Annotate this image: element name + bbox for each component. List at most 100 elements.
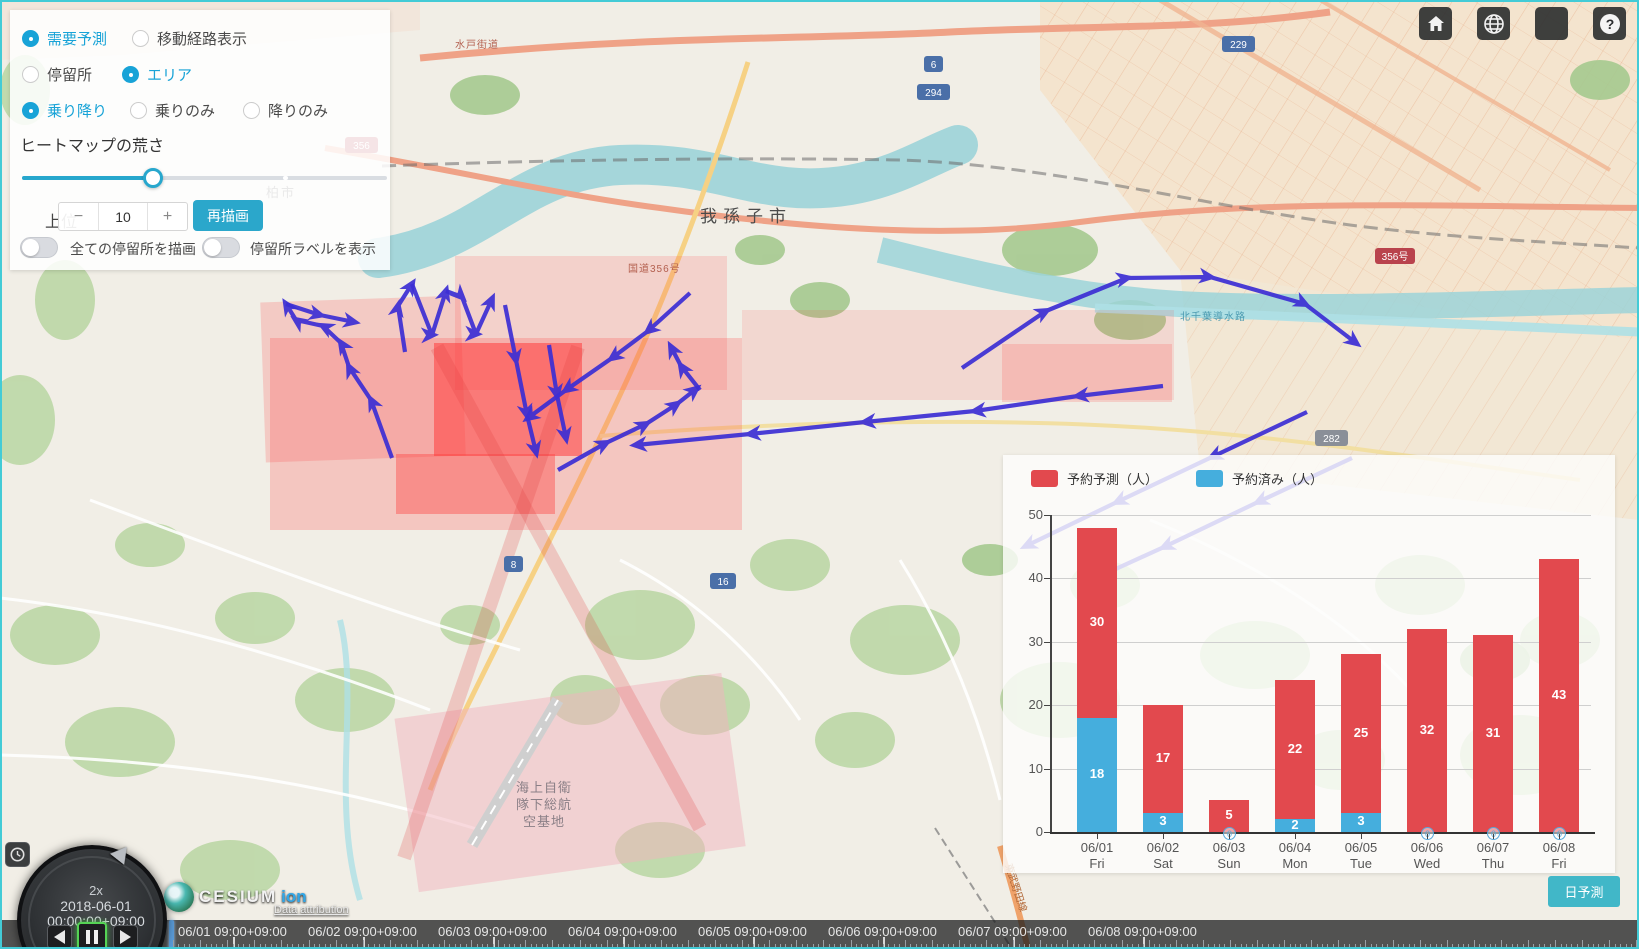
timeline-tick bbox=[314, 944, 315, 948]
stepper-minus-button[interactable]: − bbox=[59, 203, 99, 230]
stepper-plus-button[interactable]: + bbox=[147, 203, 187, 230]
bar-value-reserved: 3 bbox=[1341, 813, 1381, 828]
timeline-tick bbox=[173, 940, 174, 948]
y-tick-label: 20 bbox=[1005, 697, 1043, 712]
chart-legend: 予約予測（人）予約済み（人） bbox=[1031, 469, 1323, 488]
timeline-tick bbox=[249, 944, 250, 948]
timeline-tick bbox=[758, 944, 759, 948]
timeline-tick bbox=[1414, 944, 1415, 948]
timeline-tick bbox=[520, 944, 521, 948]
timeline-tick bbox=[346, 944, 347, 948]
radio-ride-乗り降り[interactable]: 乗り降り bbox=[22, 100, 107, 121]
timeline-tick bbox=[1127, 944, 1128, 948]
toggle-全ての停留所を描画[interactable] bbox=[20, 237, 58, 258]
timeline-tick bbox=[1246, 944, 1247, 948]
radio-layer-エリア[interactable]: エリア bbox=[122, 64, 192, 85]
timeline-tick bbox=[1409, 944, 1410, 948]
timeline-tick bbox=[341, 944, 342, 948]
globe-icon bbox=[1482, 12, 1506, 36]
timeline-tick bbox=[1252, 944, 1253, 948]
timeline-tick bbox=[1382, 944, 1383, 948]
timeline-tick bbox=[184, 944, 185, 948]
radio-mode-移動経路表示[interactable]: 移動経路表示 bbox=[132, 28, 247, 49]
timeline-tick bbox=[737, 944, 738, 948]
globe-button[interactable] bbox=[1477, 7, 1510, 40]
timeline-tick bbox=[867, 944, 868, 948]
x-tick-mark bbox=[1229, 834, 1230, 839]
timeline-tick bbox=[460, 944, 461, 948]
timeline-tick bbox=[1067, 940, 1068, 948]
redraw-button[interactable]: 再描画 bbox=[193, 200, 263, 231]
heatmap-roughness-slider[interactable] bbox=[22, 176, 387, 180]
timeline-tick bbox=[1555, 940, 1556, 948]
bar-value-reserved: 18 bbox=[1077, 766, 1117, 781]
timeline-tick bbox=[428, 944, 429, 948]
timeline-tick bbox=[997, 944, 998, 948]
road-shield-number: 8 bbox=[511, 560, 517, 571]
slider-handle[interactable] bbox=[143, 168, 163, 188]
timeline-tick bbox=[1111, 944, 1112, 948]
timeline-tick bbox=[1376, 944, 1377, 948]
top-n-input[interactable] bbox=[99, 203, 147, 230]
timeline-tick bbox=[254, 940, 255, 948]
timeline-tick bbox=[1203, 940, 1204, 948]
timeline-tick bbox=[916, 944, 917, 948]
help-button[interactable]: ? bbox=[1593, 7, 1626, 40]
timeline-tick bbox=[975, 944, 976, 948]
timeline-tick bbox=[1295, 944, 1296, 948]
timeline-tick bbox=[1512, 944, 1513, 948]
timeline-tick bbox=[634, 940, 635, 948]
timeline-tick bbox=[1040, 940, 1041, 948]
timeline-tick bbox=[411, 944, 412, 948]
timeline-tick bbox=[991, 944, 992, 948]
timeline-tick bbox=[1224, 944, 1225, 948]
timeline-tick bbox=[1056, 944, 1057, 948]
timeline-tick bbox=[319, 944, 320, 948]
cesium-timeline[interactable]: 06/01 09:00+09:0006/02 09:00+09:0006/03 … bbox=[0, 920, 1639, 949]
radio-ride-乗りのみ[interactable]: 乗りのみ bbox=[130, 100, 215, 121]
blank-button[interactable] bbox=[1535, 7, 1568, 40]
timeline-tick bbox=[433, 944, 434, 948]
play-forward-button[interactable] bbox=[113, 925, 138, 949]
timeline-tick bbox=[1284, 940, 1285, 948]
timeline-tick bbox=[1214, 944, 1215, 948]
timeline-tick bbox=[1165, 944, 1166, 948]
timeline-tick bbox=[1024, 944, 1025, 948]
realtime-clock-button[interactable] bbox=[5, 842, 30, 867]
radio-mode-需要予測[interactable]: 需要予測 bbox=[22, 28, 107, 49]
timeline-tick bbox=[986, 940, 987, 948]
data-attribution-link[interactable]: Data attribution bbox=[274, 904, 349, 916]
timeline-tick bbox=[1013, 940, 1014, 948]
timeline-tick bbox=[406, 944, 407, 948]
timeline-tick bbox=[1436, 944, 1437, 948]
timeline-tick bbox=[693, 944, 694, 948]
timeline-tick bbox=[818, 944, 819, 948]
play-reverse-button[interactable] bbox=[47, 925, 72, 949]
timeline-tick bbox=[596, 944, 597, 948]
radio-dot bbox=[243, 102, 260, 119]
timeline-tick bbox=[439, 944, 440, 948]
timeline-tick bbox=[1154, 944, 1155, 948]
home-icon bbox=[1426, 14, 1446, 34]
timeline-tick bbox=[200, 940, 201, 948]
timeline-tick bbox=[336, 940, 337, 948]
daily-forecast-button[interactable]: 日予測 bbox=[1548, 876, 1620, 907]
timeline-tick bbox=[1425, 944, 1426, 948]
bar-value-forecast: 5 bbox=[1209, 807, 1249, 822]
pause-button[interactable] bbox=[77, 922, 107, 949]
timeline-tick bbox=[1143, 944, 1144, 948]
map-label: 水戸街道 bbox=[455, 38, 499, 51]
top-n-stepper: − + bbox=[58, 202, 188, 231]
timeline-tick bbox=[1474, 940, 1475, 948]
timeline-tick bbox=[1631, 944, 1632, 948]
timeline-tick bbox=[840, 944, 841, 948]
x-tick-mark bbox=[1097, 834, 1098, 839]
radio-layer-停留所[interactable]: 停留所 bbox=[22, 64, 92, 85]
timeline-tick bbox=[856, 944, 857, 948]
home-button[interactable] bbox=[1419, 7, 1452, 40]
toggle-停留所ラベルを表示[interactable] bbox=[202, 237, 240, 258]
timeline-tick bbox=[953, 944, 954, 948]
timeline-tick bbox=[731, 944, 732, 948]
radio-ride-降りのみ[interactable]: 降りのみ bbox=[243, 100, 328, 121]
timeline-tick bbox=[352, 944, 353, 948]
